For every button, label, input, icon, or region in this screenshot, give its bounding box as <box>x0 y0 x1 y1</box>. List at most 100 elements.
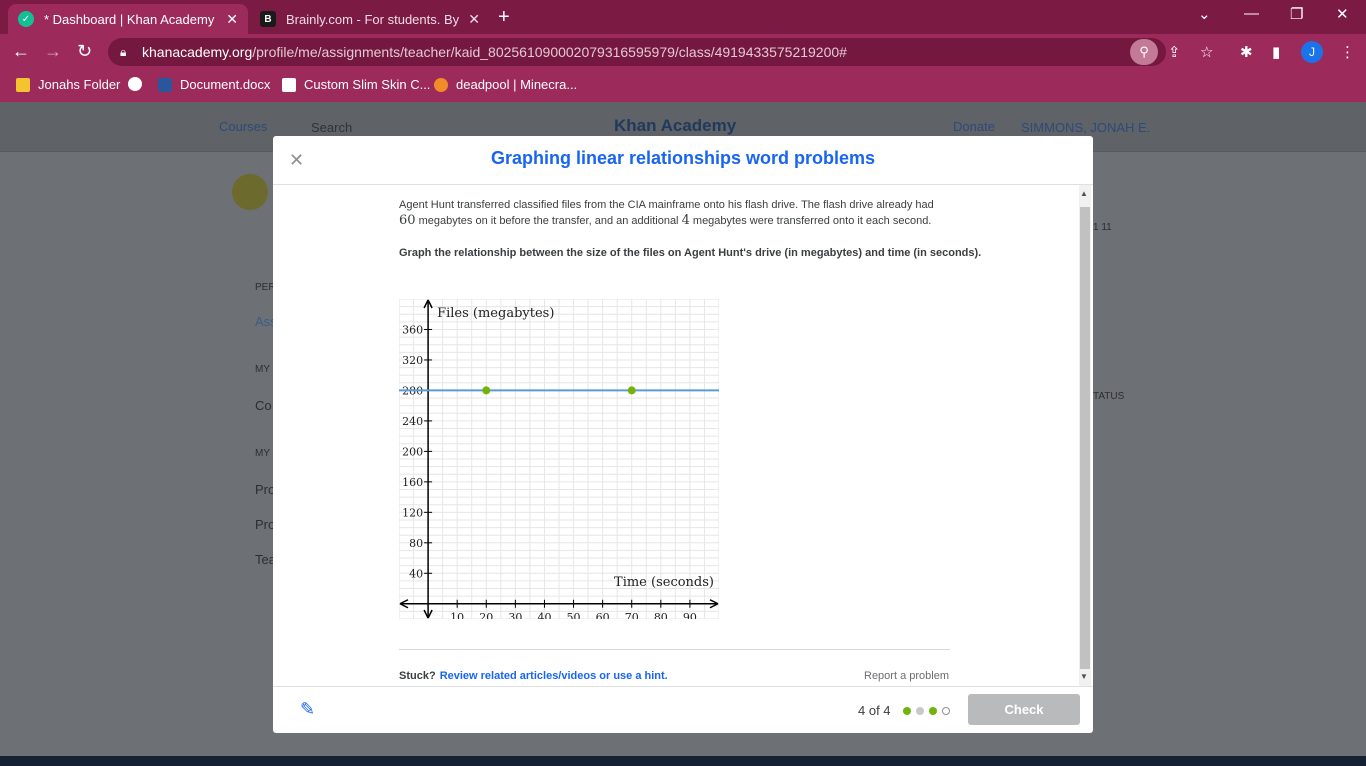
scroll-up-arrow-icon[interactable]: ▲ <box>1080 189 1088 198</box>
y-tick-label: 360 <box>402 323 423 336</box>
check-button[interactable]: Check <box>968 694 1080 725</box>
lock-icon: 🔒︎ <box>120 45 127 59</box>
bookmark-label: Custom Slim Skin C... <box>304 77 431 92</box>
problem-text: megabytes on it before the transfer, and… <box>415 215 682 227</box>
courses-menu[interactable]: Courses <box>219 119 267 134</box>
status-column-header: TATUS <box>1093 391 1125 402</box>
bookmarks-bar: Jonahs Folder Document.docx Custom Slim … <box>0 70 1366 102</box>
side-panel-icon[interactable]: ▮ <box>1272 43 1280 61</box>
browser-toolbar: ← → ↻ 🔒︎ khanacademy.org/profile/me/assi… <box>0 34 1366 70</box>
avatar <box>232 174 268 210</box>
globe-icon <box>128 77 142 91</box>
scroll-down-arrow-icon[interactable]: ▼ <box>1080 672 1088 681</box>
side-section-label: MY <box>255 448 270 459</box>
problem-text: megabytes were transferred onto it each … <box>689 215 932 227</box>
tab-search-chevron-icon[interactable]: ⌄ <box>1198 5 1211 23</box>
minecraft-site-icon <box>434 77 448 92</box>
x-tick-label: 60 <box>596 611 610 619</box>
bookmark-document[interactable]: Document.docx <box>158 77 270 92</box>
math-value: 4 <box>681 213 690 228</box>
side-section-label: MY <box>255 364 270 375</box>
x-tick-label: 80 <box>654 611 668 619</box>
donate-link[interactable]: Donate <box>953 119 995 134</box>
y-tick-label: 80 <box>409 537 423 550</box>
y-tick-label: 40 <box>409 567 423 580</box>
graph-point-handle[interactable] <box>482 386 491 395</box>
x-tick-label: 40 <box>537 611 551 619</box>
x-tick-label: 30 <box>508 611 522 619</box>
side-nav-item[interactable]: Co <box>255 398 272 413</box>
y-tick-label: 240 <box>402 415 423 428</box>
x-tick-label: 50 <box>567 611 581 619</box>
taskbar-strip <box>0 756 1366 766</box>
x-tick-label: 20 <box>479 611 493 619</box>
progress-dot-correct <box>903 707 911 715</box>
report-problem-link[interactable]: Report a problem <box>864 670 949 682</box>
progress-label: 4 of 4 <box>858 703 891 718</box>
exercise-content: Agent Hunt transferred classified files … <box>273 185 1093 686</box>
url-host: khanacademy.org <box>142 44 253 60</box>
site-search-input[interactable]: Search <box>311 120 352 135</box>
browser-menu-icon[interactable]: ⋮ <box>1340 43 1355 61</box>
y-tick-label: 200 <box>402 445 423 458</box>
stuck-prompt: Stuck? Review related articles/videos or … <box>399 670 668 682</box>
profile-avatar[interactable]: J <box>1301 41 1323 63</box>
minimize-icon[interactable]: — <box>1244 5 1259 22</box>
skin-site-icon <box>282 77 296 92</box>
extensions-puzzle-icon[interactable]: ✱ <box>1240 43 1253 61</box>
bookmark-label: Document.docx <box>180 77 271 92</box>
khan-academy-logo[interactable]: Khan Academy <box>614 116 736 136</box>
modal-footer: ✎ 4 of 4 Check <box>273 686 1093 733</box>
divider <box>399 649 950 650</box>
graph-point-handle[interactable] <box>627 386 636 395</box>
exercise-modal: ✕ Graphing linear relationships word pro… <box>273 136 1093 733</box>
folder-icon <box>16 77 30 92</box>
share-icon[interactable]: ⇪ <box>1168 43 1181 61</box>
tab-close-icon[interactable]: ✕ <box>468 11 480 28</box>
zoom-icon[interactable]: ⚲ <box>1130 39 1158 65</box>
browser-tab-bar: ✓ * Dashboard | Khan Academy ✕ B Brainly… <box>0 0 1366 34</box>
modal-header: ✕ Graphing linear relationships word pro… <box>273 136 1093 185</box>
tab-title: Brainly.com - For students. By stu <box>286 11 463 27</box>
bookmark-star-icon[interactable]: ☆ <box>1200 43 1213 61</box>
x-axis-label: Time (seconds) <box>614 575 714 590</box>
y-tick-label: 160 <box>402 476 423 489</box>
back-arrow-icon[interactable]: ← <box>12 41 30 62</box>
restore-icon[interactable]: ❐ <box>1290 5 1303 23</box>
bookmark-deadpool[interactable]: deadpool | Minecra... <box>434 77 577 92</box>
interactive-graph[interactable]: 10 20 30 40 50 60 70 80 904080120160200240280320… <box>399 299 719 619</box>
progress-dot-correct <box>929 707 937 715</box>
instruction: Graph the relationship between the size … <box>399 247 982 259</box>
forward-arrow-icon[interactable]: → <box>44 41 62 62</box>
x-tick-label: 10 <box>450 611 464 619</box>
word-doc-icon <box>158 77 172 92</box>
bookmark-globe[interactable] <box>128 77 150 91</box>
tab-close-icon[interactable]: ✕ <box>226 11 238 28</box>
tab-title: * Dashboard | Khan Academy <box>44 11 215 27</box>
new-tab-button[interactable]: + <box>498 6 510 29</box>
modal-title: Graphing linear relationships word probl… <box>490 148 876 168</box>
brainly-favicon-icon: B <box>260 11 276 27</box>
x-tick-label: 90 <box>683 611 697 619</box>
tab-khan-dashboard[interactable]: ✓ * Dashboard | Khan Academy ✕ <box>8 4 248 34</box>
user-menu[interactable]: SIMMONS, JONAH E. <box>1021 120 1150 135</box>
bookmark-label: Jonahs Folder <box>38 77 121 92</box>
bookmark-label: deadpool | Minecra... <box>456 77 578 92</box>
streak-count: 1 11 <box>1093 222 1112 233</box>
bookmark-skin[interactable]: Custom Slim Skin C... <box>282 77 430 92</box>
window-close-icon[interactable]: ✕ <box>1336 5 1349 23</box>
scratchpad-pencil-icon[interactable]: ✎ <box>300 699 315 720</box>
address-bar[interactable]: 🔒︎ khanacademy.org/profile/me/assignment… <box>108 38 1166 66</box>
bookmark-folder[interactable]: Jonahs Folder <box>16 77 120 92</box>
progress-dot-current <box>942 707 950 715</box>
y-tick-label: 320 <box>402 354 423 367</box>
y-tick-label: 120 <box>402 506 423 519</box>
stuck-label: Stuck? <box>399 670 436 682</box>
reload-icon[interactable]: ↻ <box>77 41 92 62</box>
problem-statement: Agent Hunt transferred classified files … <box>399 197 959 229</box>
math-value: 60 <box>399 213 416 228</box>
tab-brainly[interactable]: B Brainly.com - For students. By stu ✕ <box>250 4 490 34</box>
scrollbar-thumb[interactable] <box>1080 207 1090 669</box>
hint-link[interactable]: Review related articles/videos or use a … <box>440 670 668 682</box>
url-path: /profile/me/assignments/teacher/kaid_802… <box>252 44 847 60</box>
